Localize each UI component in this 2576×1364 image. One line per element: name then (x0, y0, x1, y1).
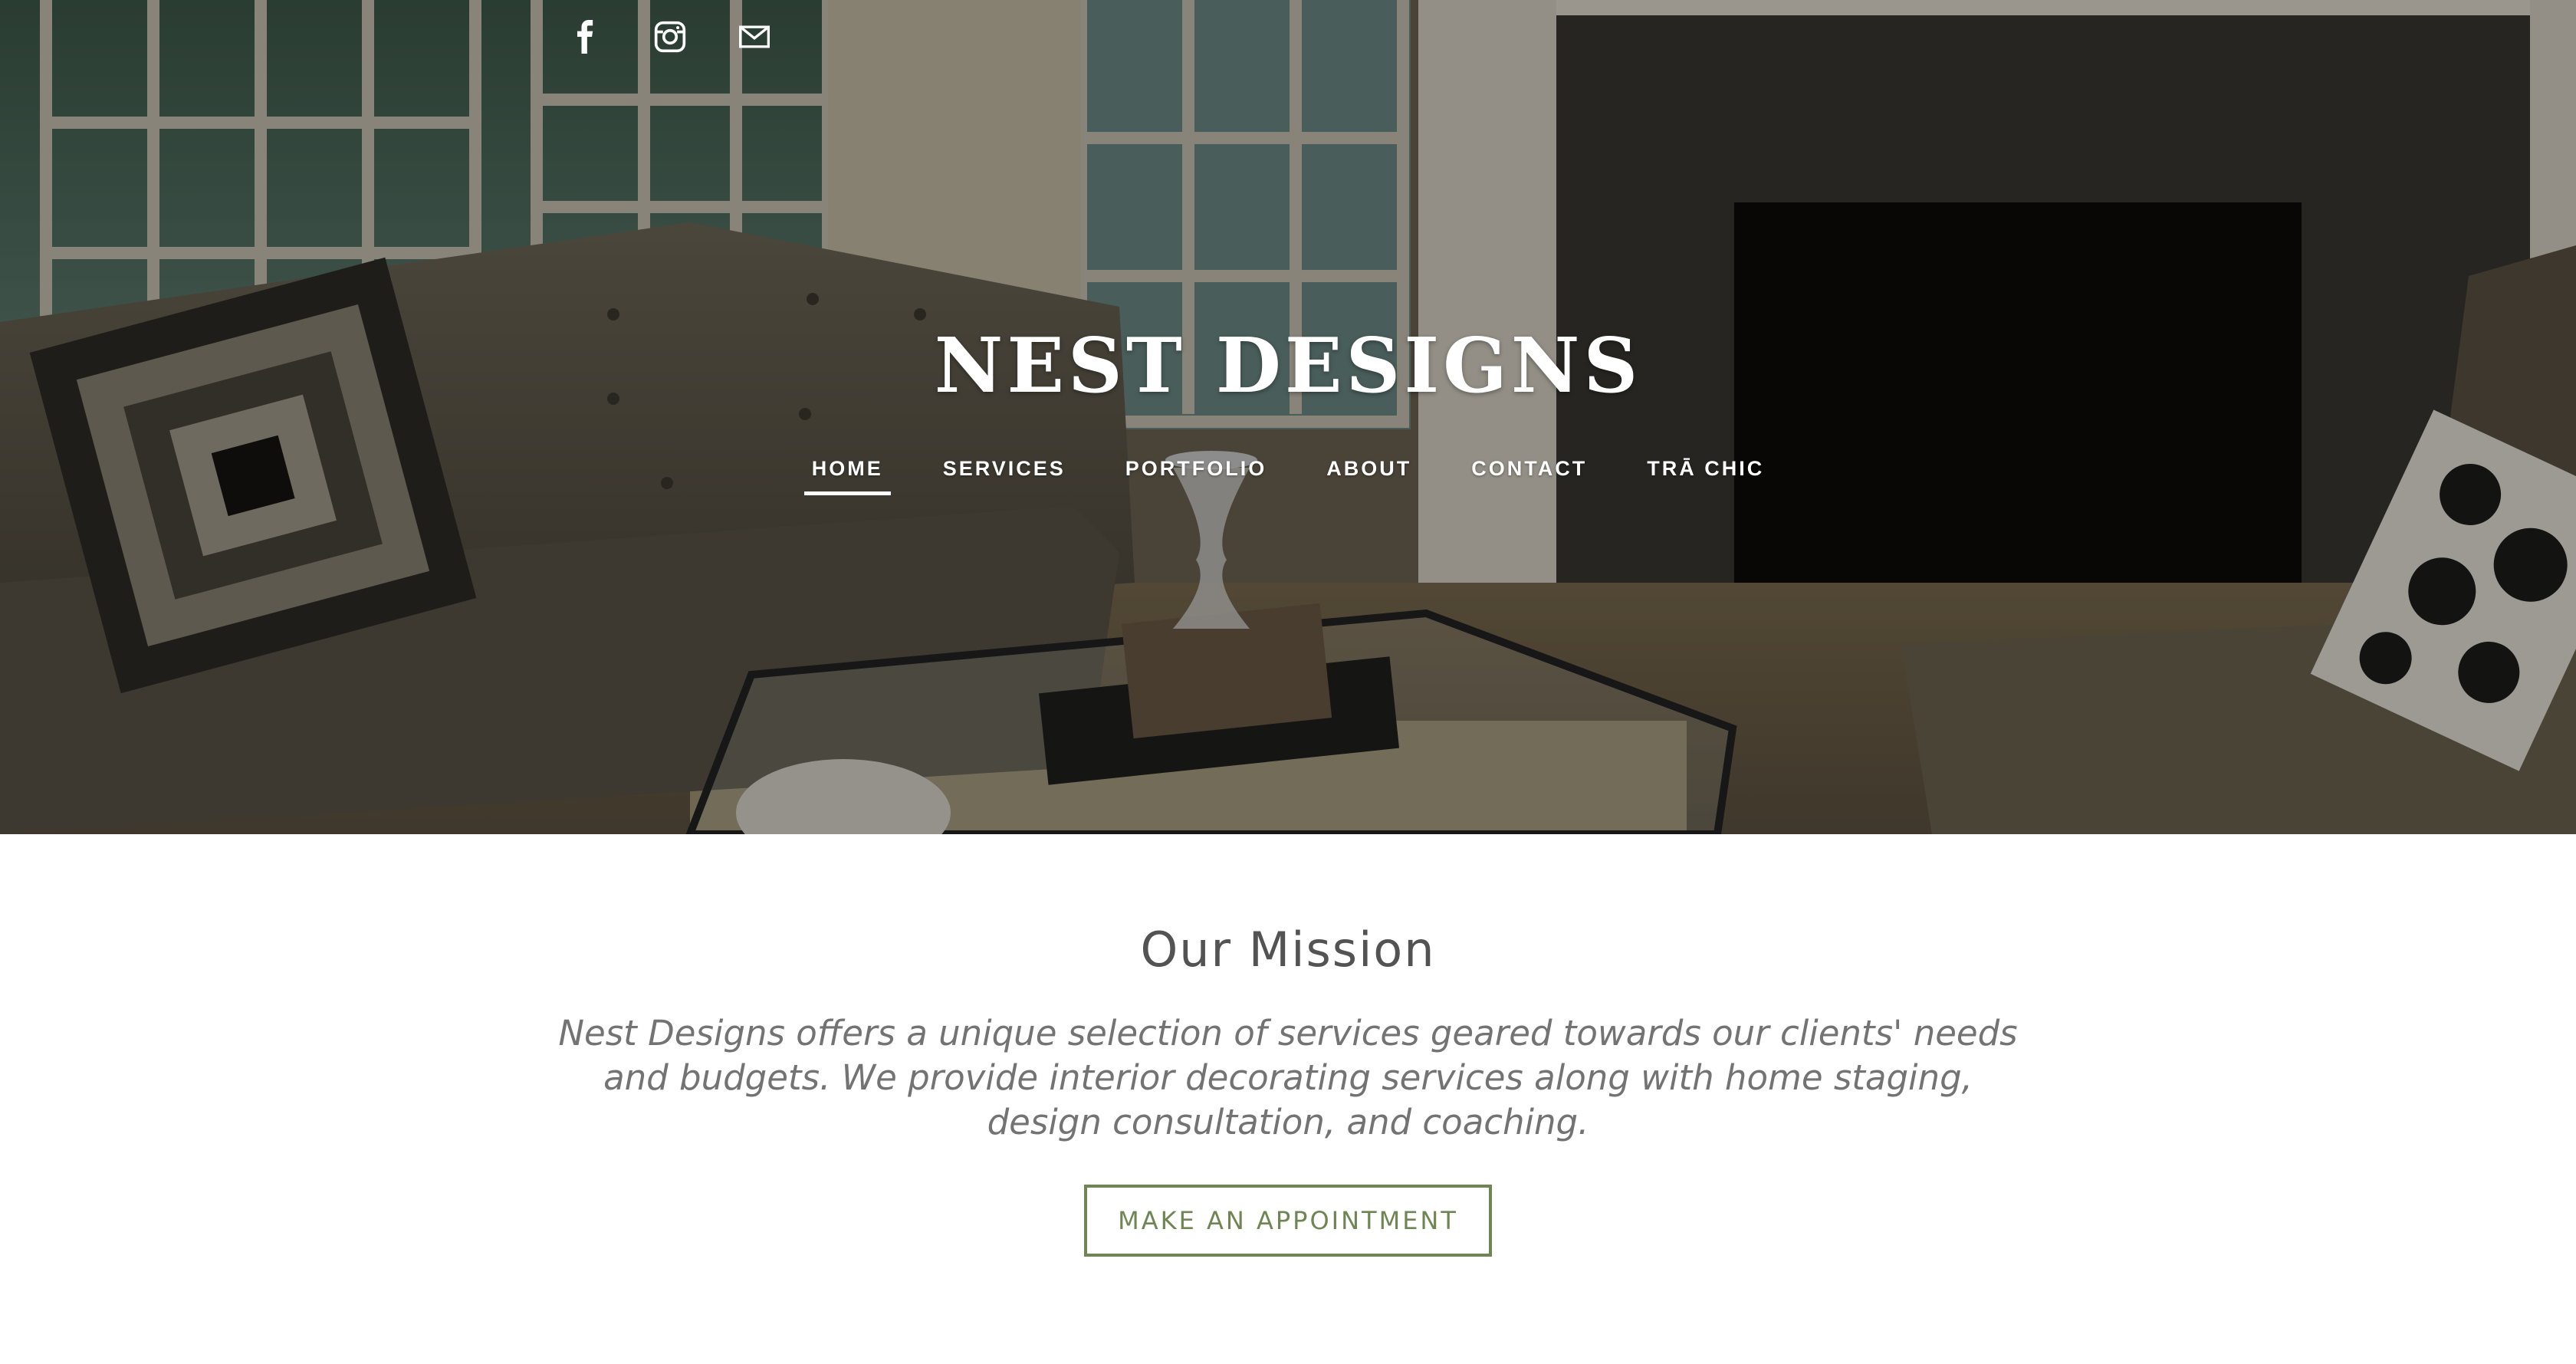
mail-icon[interactable] (734, 17, 774, 57)
mission-heading: Our Mission (1140, 922, 1436, 978)
site-title[interactable]: NEST DESIGNS (0, 322, 2576, 410)
nav-item-portfolio[interactable]: PORTFOLIO (1118, 457, 1275, 495)
nav-item-contact[interactable]: CONTACT (1464, 457, 1595, 495)
nav-item-home[interactable]: HOME (803, 457, 891, 495)
facebook-icon[interactable] (566, 17, 606, 57)
hero-background-image (0, 0, 2576, 834)
instagram-icon[interactable] (650, 17, 690, 57)
mission-description: Nest Designs offers a unique selection o… (558, 1013, 2018, 1142)
nav-item-services[interactable]: SERVICES (935, 457, 1073, 495)
main-navigation: HOME SERVICES PORTFOLIO ABOUT CONTACT TR… (0, 457, 2576, 495)
social-links (566, 17, 774, 57)
nav-item-tra-chic[interactable]: TRĀ CHIC (1639, 457, 1772, 495)
nav-item-about[interactable]: ABOUT (1319, 457, 1419, 495)
mission-section: Our Mission Nest Designs offers a unique… (0, 834, 2576, 1364)
hero-banner: NEST DESIGNS HOME SERVICES PORTFOLIO ABO… (0, 0, 2576, 834)
make-appointment-button[interactable]: MAKE AN APPOINTMENT (1084, 1185, 1492, 1257)
